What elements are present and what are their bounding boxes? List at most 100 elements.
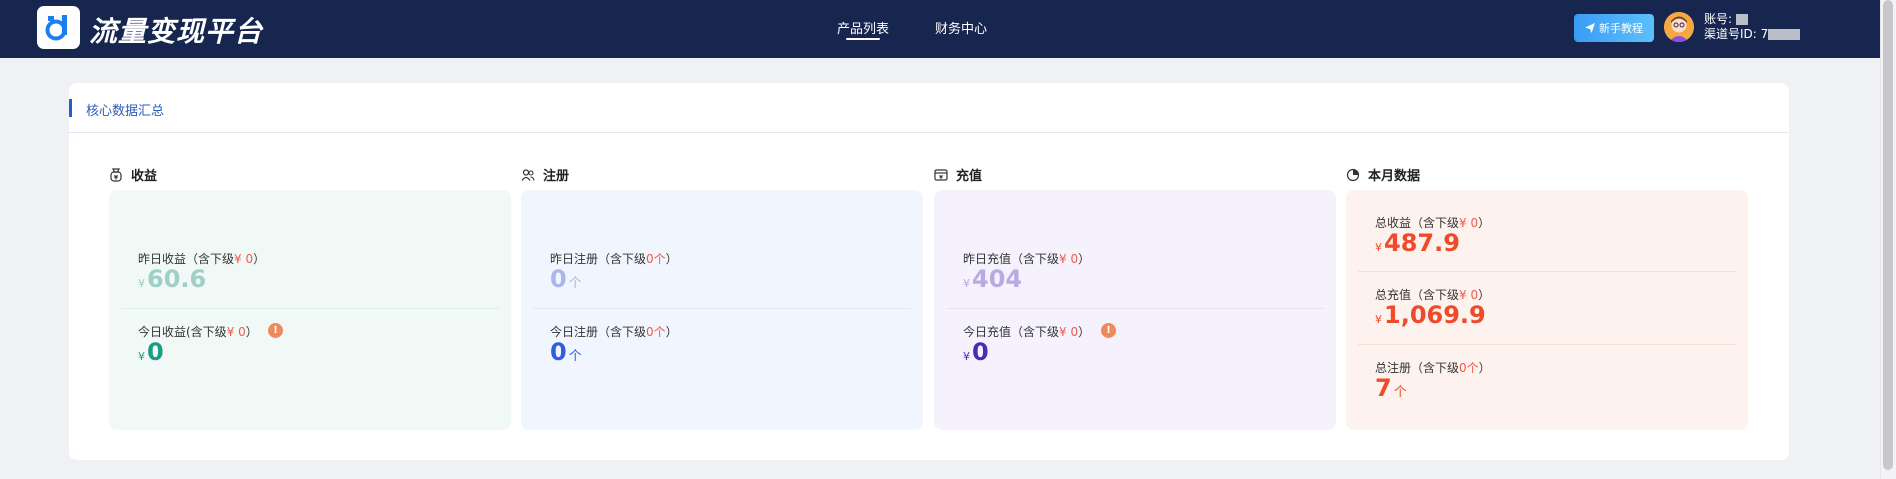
total-register-value: 7个 — [1375, 374, 1407, 407]
nav-product-list[interactable]: 产品列表 — [837, 18, 890, 40]
total-income-sub: ¥ 0 — [1459, 216, 1479, 230]
divider — [121, 308, 499, 309]
users-icon — [521, 168, 535, 181]
currency-symbol: ¥ — [138, 350, 145, 363]
yesterday-income-close: ） — [253, 252, 266, 266]
yesterday-income-sub: ¥ 0 — [234, 252, 254, 266]
register-card: 昨日注册（含下级0个） 0个 今日注册（含下级0个） 0个 — [521, 190, 923, 430]
total-recharge-amount: 1,069.9 — [1384, 301, 1486, 329]
total-register-text: 总注册（含下级 — [1375, 361, 1460, 375]
today-income-amount: 0 — [147, 338, 164, 366]
account-value-masked — [1735, 14, 1748, 25]
currency-symbol: ¥ — [1375, 313, 1382, 326]
yesterday-recharge-amount: 404 — [972, 265, 1023, 293]
channel-id-label: 渠道号ID: — [1704, 27, 1757, 41]
nav-finance-center[interactable]: 财务中心 — [935, 18, 987, 37]
divider — [1358, 271, 1736, 272]
yesterday-recharge-value: ¥404 — [963, 265, 1022, 298]
recharge-card: 昨日充值（含下级¥ 0） ¥404 今日充值（含下级¥ 0） ! ¥0 — [934, 190, 1336, 430]
income-card: 昨日收益（含下级¥ 0） ¥60.6 今日收益(含下级¥ 0） ! ¥0 — [109, 190, 511, 430]
yesterday-recharge-sub: ¥ 0 — [1059, 252, 1079, 266]
beginner-guide-button[interactable]: 新手教程 — [1574, 14, 1654, 42]
nav-product-list-label: 产品列表 — [837, 22, 890, 37]
yesterday-register-close: ） — [665, 252, 678, 266]
today-register-close: ） — [665, 325, 678, 339]
recharge-section-title: ¥ 充值 — [934, 165, 982, 184]
panel-title: 核心数据汇总 — [86, 104, 165, 119]
today-register-sub: 0个 — [646, 325, 666, 339]
info-icon[interactable]: ! — [1101, 323, 1116, 338]
total-income-value: ¥487.9 — [1375, 229, 1460, 262]
today-income-sub: ¥ 0 — [226, 325, 246, 339]
nav-finance-center-label: 财务中心 — [935, 22, 988, 37]
register-section-label: 注册 — [543, 169, 570, 184]
month-section-title: 本月数据 — [1346, 165, 1420, 184]
top-navbar: 流量变现平台 产品列表 财务中心 新手教程 账号: 渠道号ID: 7 — [0, 0, 1880, 58]
total-register-count: 7 — [1375, 374, 1392, 402]
panel-title-accent — [69, 99, 72, 117]
today-register-text: 今日注册（含下级 — [550, 325, 647, 339]
total-income-close: ） — [1478, 216, 1491, 230]
panel-header: 核心数据汇总 — [69, 83, 1789, 133]
today-recharge-close: ） — [1078, 325, 1091, 339]
currency-symbol: ¥ — [963, 350, 970, 363]
svg-text:¥: ¥ — [939, 175, 943, 181]
yesterday-register-value: 0个 — [550, 265, 582, 298]
send-icon — [1585, 23, 1595, 33]
pie-chart-icon — [1346, 168, 1360, 181]
yesterday-register-text: 昨日注册（含下级 — [550, 252, 647, 266]
wallet-icon: ¥ — [934, 168, 948, 181]
total-recharge-close: ） — [1478, 288, 1491, 302]
info-icon[interactable]: ! — [268, 323, 283, 338]
total-income-amount: 487.9 — [1384, 229, 1460, 257]
today-recharge-sub: ¥ 0 — [1059, 325, 1079, 339]
unit-label: 个 — [568, 276, 582, 291]
unit-label: 个 — [568, 349, 582, 364]
beginner-guide-label: 新手教程 — [1599, 22, 1643, 35]
avatar[interactable] — [1664, 12, 1694, 42]
income-section-title: ¥ 收益 — [109, 165, 157, 184]
logo-text[interactable]: 流量变现平台 — [89, 10, 263, 50]
page-scrollbar-thumb[interactable] — [1883, 0, 1893, 470]
today-recharge-amount: 0 — [972, 338, 989, 366]
divider — [533, 308, 911, 309]
today-recharge-value: ¥0 — [963, 338, 989, 371]
account-info: 账号: 渠道号ID: 7 — [1704, 12, 1801, 42]
income-section-label: 收益 — [131, 169, 158, 184]
nav-active-indicator — [846, 38, 881, 40]
total-recharge-value: ¥1,069.9 — [1375, 301, 1486, 334]
recharge-section-label: 充值 — [956, 169, 983, 184]
total-register-sub: 0个 — [1459, 361, 1479, 375]
total-register-close: ） — [1478, 361, 1491, 375]
yesterday-income-value: ¥60.6 — [138, 265, 206, 298]
account-label: 账号: — [1704, 12, 1733, 26]
divider — [946, 308, 1324, 309]
month-card: 总收益（含下级¥ 0） ¥487.9 总充值（含下级¥ 0） ¥1,069.9 … — [1346, 190, 1748, 430]
yesterday-recharge-text: 昨日充值（含下级 — [963, 252, 1060, 266]
yesterday-income-text: 昨日收益（含下级 — [138, 252, 235, 266]
today-register-value: 0个 — [550, 338, 582, 371]
today-income-close: ） — [245, 325, 258, 339]
yesterday-income-amount: 60.6 — [147, 265, 207, 293]
currency-symbol: ¥ — [963, 277, 970, 290]
core-data-panel: 核心数据汇总 ¥ 收益 注册 ¥ 充值 本月数据 昨日收益（含下级¥ 0） ¥6… — [69, 83, 1789, 460]
channel-id-prefix: 7 — [1760, 27, 1769, 41]
channel-id-masked — [1768, 29, 1801, 40]
yesterday-register-sub: 0个 — [646, 252, 666, 266]
today-register-count: 0 — [550, 338, 567, 366]
money-bag-icon: ¥ — [110, 167, 122, 182]
divider — [1358, 344, 1736, 345]
unit-label: 个 — [1393, 385, 1407, 400]
logo-icon[interactable] — [37, 6, 80, 49]
yesterday-register-count: 0 — [550, 265, 567, 293]
today-income-text: 今日收益(含下级 — [138, 325, 227, 339]
currency-symbol: ¥ — [1375, 241, 1382, 254]
total-recharge-sub: ¥ 0 — [1459, 288, 1479, 302]
yesterday-recharge-close: ） — [1078, 252, 1091, 266]
today-recharge-text: 今日充值（含下级 — [963, 325, 1060, 339]
today-income-value: ¥0 — [138, 338, 164, 371]
total-income-text: 总收益（含下级 — [1375, 216, 1460, 230]
month-section-label: 本月数据 — [1368, 169, 1421, 184]
currency-symbol: ¥ — [138, 277, 145, 290]
total-recharge-text: 总充值（含下级 — [1375, 288, 1460, 302]
